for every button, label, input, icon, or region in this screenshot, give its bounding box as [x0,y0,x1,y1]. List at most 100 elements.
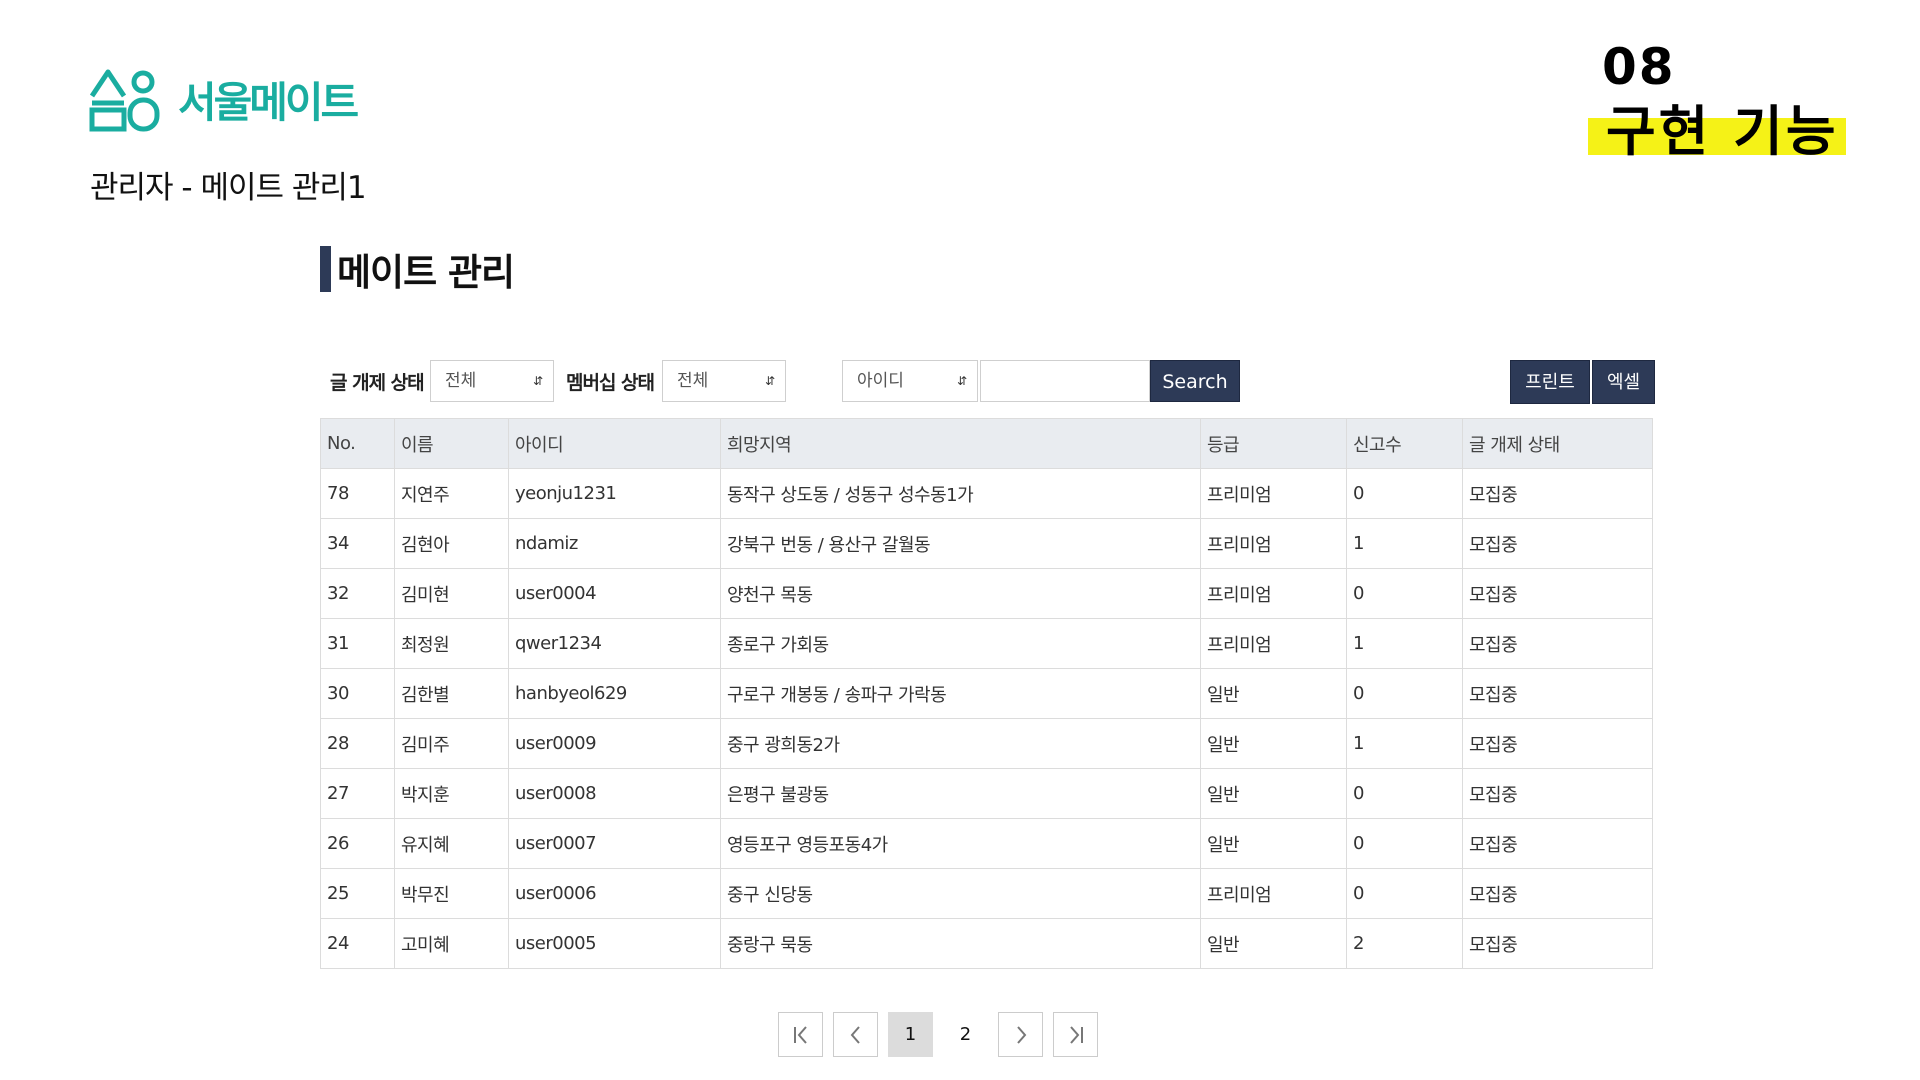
column-header[interactable]: 이름 [394,418,509,469]
table-cell: user0004 [508,568,721,619]
page-subtitle: 관리자 - 메이트 관리1 [90,170,367,206]
table-cell: 중구 신당동 [720,868,1201,919]
excel-button[interactable]: 엑셀 [1592,360,1655,404]
table-cell: 모집중 [1462,468,1653,519]
search-field-select[interactable]: 아이디 ⇵ [842,360,978,402]
table-row[interactable]: 31 최정원 qwer1234 종로구 가회동 프리미엄 1 모집중 [320,618,1653,669]
column-header[interactable]: 신고수 [1346,418,1463,469]
table-row[interactable]: 78 지연주 yeonju1231 동작구 상도동 / 성동구 성수동1가 프리미엄 0 모… [320,468,1653,519]
table-cell: 34 [320,518,395,569]
table-cell: 지연주 [394,468,509,519]
column-header[interactable]: 아이디 [508,418,721,469]
table-cell: user0005 [508,918,721,969]
table-cell: 모집중 [1462,568,1653,619]
pagination: 1 2 [778,1012,1098,1057]
table-cell: user0008 [508,768,721,819]
mate-table: No. 이름 아이디 희망지역 등급 신고수 글 개제 상태 78 지연주 yeon… [320,418,1653,969]
table-cell: 0 [1346,818,1463,869]
print-button[interactable]: 프린트 [1510,360,1590,404]
table-cell: 0 [1346,668,1463,719]
table-cell: yeonju1231 [508,468,721,519]
table-cell: qwer1234 [508,618,721,669]
table-cell: 모집중 [1462,668,1653,719]
table-cell: 24 [320,918,395,969]
table-row[interactable]: 27 박지훈 user0008 은평구 불광동 일반 0 모집중 [320,768,1653,819]
last-page-button[interactable] [1053,1012,1098,1057]
table-cell: 김미주 [394,718,509,769]
table-cell: 모집중 [1462,818,1653,869]
first-page-button[interactable] [778,1012,823,1057]
slide-title-block: 구현 기능 [1588,100,1846,164]
post-status-value: 전체 [445,371,477,391]
table-cell: 1 [1346,718,1463,769]
column-header[interactable]: No. [320,418,395,469]
updown-caret-icon: ⇵ [764,374,775,388]
table-cell: 김미현 [394,568,509,619]
table-cell: 모집중 [1462,868,1653,919]
table-cell: 김현아 [394,518,509,569]
table-cell: 일반 [1200,918,1347,969]
table-cell: 1 [1346,518,1463,569]
table-cell: 모집중 [1462,518,1653,569]
table-cell: 박무진 [394,868,509,919]
table-cell: 중랑구 묵동 [720,918,1201,969]
page-1-button[interactable]: 1 [888,1012,933,1057]
last-page-icon [1069,1026,1083,1044]
section-heading: 메이트 관리 [320,246,515,294]
membership-status-select[interactable]: 전체 ⇵ [662,360,786,402]
table-cell: 0 [1346,568,1463,619]
post-status-label: 글 개제 상태 [330,372,425,394]
table-row[interactable]: 24 고미혜 user0005 중랑구 묵동 일반 2 모집중 [320,918,1653,969]
section-title: 메이트 관리 [337,251,515,294]
table-header-row: No. 이름 아이디 희망지역 등급 신고수 글 개제 상태 [320,418,1653,469]
page-2-button[interactable]: 2 [943,1012,988,1057]
table-cell: 모집중 [1462,918,1653,969]
search-button[interactable]: Search [1150,360,1240,402]
table-row[interactable]: 30 김한별 hanbyeol629 구로구 개봉동 / 송파구 가락동 일반 0 모집중 [320,668,1653,719]
table-row[interactable]: 28 김미주 user0009 중구 광희동2가 일반 1 모집중 [320,718,1653,769]
table-cell: 26 [320,818,395,869]
column-header[interactable]: 희망지역 [720,418,1201,469]
table-cell: 32 [320,568,395,619]
brand-logo: 서울메이트 [88,66,359,132]
filter-bar: 글 개제 상태 전체 ⇵ 멤버십 상태 전체 ⇵ 아이디 ⇵ Search 프린… [320,358,1655,404]
chevron-left-icon [850,1026,860,1044]
table-cell: ndamiz [508,518,721,569]
table-cell: 고미혜 [394,918,509,969]
table-row[interactable]: 25 박무진 user0006 중구 신당동 프리미엄 0 모집중 [320,868,1653,919]
table-cell: 프리미엄 [1200,518,1347,569]
prev-page-button[interactable] [833,1012,878,1057]
table-row[interactable]: 26 유지혜 user0007 영등포구 영등포동4가 일반 0 모집중 [320,818,1653,869]
table-cell: 모집중 [1462,768,1653,819]
table-cell: 78 [320,468,395,519]
section-accent-bar [320,246,331,292]
table-cell: 28 [320,718,395,769]
table-row[interactable]: 34 김현아 ndamiz 강북구 번동 / 용산구 갈월동 프리미엄 1 모집중 [320,518,1653,569]
table-cell: 동작구 상도동 / 성동구 성수동1가 [720,468,1201,519]
table-cell: 모집중 [1462,718,1653,769]
table-cell: 구로구 개봉동 / 송파구 가락동 [720,668,1201,719]
table-cell: 양천구 목동 [720,568,1201,619]
post-status-select[interactable]: 전체 ⇵ [430,360,554,402]
table-cell: 모집중 [1462,618,1653,669]
table-cell: 30 [320,668,395,719]
table-cell: 일반 [1200,768,1347,819]
table-cell: 프리미엄 [1200,468,1347,519]
slide-title: 구현 기능 [1606,100,1839,163]
table-cell: 중구 광희동2가 [720,718,1201,769]
membership-status-label: 멤버십 상태 [566,372,655,394]
updown-caret-icon: ⇵ [532,374,543,388]
column-header[interactable]: 등급 [1200,418,1347,469]
table-cell: 김한별 [394,668,509,719]
table-cell: 27 [320,768,395,819]
table-cell: hanbyeol629 [508,668,721,719]
table-cell: user0007 [508,818,721,869]
search-input[interactable] [980,360,1150,402]
table-cell: 일반 [1200,668,1347,719]
table-row[interactable]: 32 김미현 user0004 양천구 목동 프리미엄 0 모집중 [320,568,1653,619]
table-cell: user0006 [508,868,721,919]
table-cell: 2 [1346,918,1463,969]
column-header[interactable]: 글 개제 상태 [1462,418,1653,469]
house-person-icon [89,69,160,132]
next-page-button[interactable] [998,1012,1043,1057]
